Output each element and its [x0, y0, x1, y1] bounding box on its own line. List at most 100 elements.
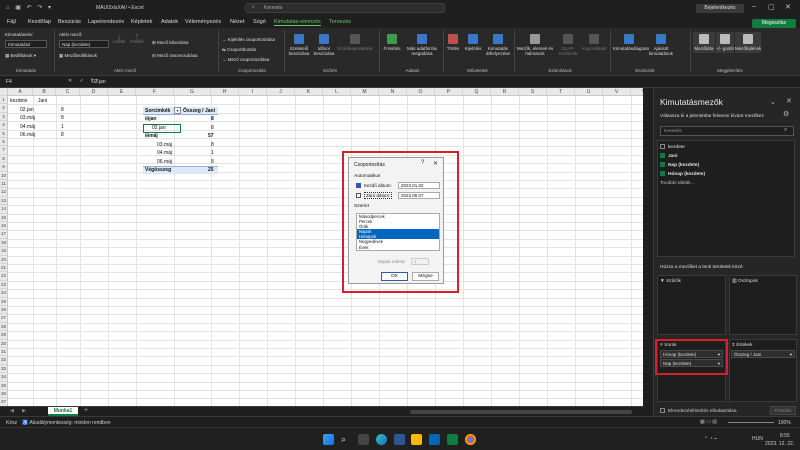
row-header-36[interactable]: 36	[0, 390, 8, 399]
field-checkbox[interactable]: Jani	[660, 153, 678, 159]
value-item-sum-jani[interactable]: Összeg / Jani ▾	[731, 350, 795, 358]
edge-icon[interactable]	[376, 434, 387, 445]
columns-area[interactable]	[729, 275, 797, 335]
column-header-v[interactable]: V	[603, 88, 631, 96]
pivot-value-04maj[interactable]: 1	[211, 150, 214, 156]
column-header-l[interactable]: L	[323, 88, 351, 96]
pane-close-icon[interactable]: ✕	[786, 97, 792, 105]
column-header-d[interactable]: D	[80, 88, 108, 96]
row-header-33[interactable]: 33	[0, 364, 8, 374]
row-header-21[interactable]: 21	[0, 264, 8, 273]
clock-time[interactable]: 8:55	[780, 433, 790, 439]
row-header-16[interactable]: 16	[0, 222, 8, 231]
task-view-icon[interactable]	[358, 434, 369, 445]
row-header-19[interactable]: 19	[0, 247, 8, 256]
cancel-button[interactable]: Mégse	[412, 272, 439, 281]
group-field-button[interactable]: → Mező csoportosítása	[222, 57, 269, 62]
row-header-28[interactable]: 28	[0, 322, 8, 332]
accessibility-status[interactable]: ♿ Akadálymentesség: minden rendben	[22, 420, 111, 426]
active-field-input[interactable]: Nap (kezdete)	[59, 40, 109, 48]
field-headers-toggle[interactable]: Mezőfejlécek	[735, 32, 761, 53]
close-icon[interactable]: ✕	[785, 3, 791, 11]
cell-a2[interactable]: 02.jan	[20, 107, 34, 113]
cell-b2[interactable]: 8	[61, 107, 64, 113]
drill-down-button[interactable]: ↓ Lefelé	[112, 32, 126, 45]
row-header-29[interactable]: 29	[0, 331, 8, 340]
row-header-5[interactable]: 5	[0, 129, 8, 138]
column-header-g[interactable]: G	[174, 88, 211, 96]
pivot-value-02jan[interactable]: 8	[211, 125, 214, 131]
cell-b3[interactable]: 8	[61, 115, 64, 121]
cell-b4[interactable]: 1	[61, 124, 64, 130]
excel-icon[interactable]	[447, 434, 458, 445]
column-header-w[interactable]: W	[631, 88, 643, 96]
column-header-j[interactable]: J	[267, 88, 295, 96]
group-selection-button[interactable]: → Kijelölés csoportosítása	[222, 37, 275, 42]
start-icon[interactable]	[323, 434, 334, 445]
column-header-i[interactable]: I	[239, 88, 267, 96]
pivot-chart-button[interactable]: Kimutatásdiagram	[613, 34, 649, 51]
tab-view[interactable]: Nézet	[230, 19, 244, 25]
row-header-34[interactable]: 34	[0, 373, 8, 382]
cell-a4[interactable]: 04.máj	[20, 124, 35, 130]
pivot-row-02jan[interactable]: 02.jan	[152, 125, 166, 131]
pivot-row-jan[interactable]: ⊟jan	[145, 116, 156, 122]
pane-collapse-icon[interactable]: ⌄	[770, 98, 776, 106]
filters-area[interactable]	[657, 275, 726, 335]
tab-help[interactable]: Súgó	[253, 19, 266, 25]
row-header-1[interactable]: 1	[0, 96, 8, 105]
outlook-icon[interactable]	[429, 434, 440, 445]
pivot-row-labels-header[interactable]: Sorcímkék	[145, 108, 170, 114]
drill-up-button[interactable]: ↑ Felfelé	[128, 32, 146, 45]
row-header-24[interactable]: 24	[0, 289, 8, 298]
tab-formulas[interactable]: Képletek	[131, 19, 152, 25]
column-header-b[interactable]: B	[33, 88, 56, 96]
column-header-t[interactable]: T	[547, 88, 575, 96]
tray-icons[interactable]: ⌃ ◔ ⌁	[704, 436, 717, 442]
column-header-h[interactable]: H	[211, 88, 239, 96]
pivot-grand-total-label[interactable]: Végösszeg	[145, 167, 171, 173]
row-header-2[interactable]: 2	[0, 104, 8, 113]
column-header-k[interactable]: K	[295, 88, 323, 96]
column-header-r[interactable]: R	[491, 88, 519, 96]
horizontal-scrollbar[interactable]	[410, 410, 632, 414]
word-icon[interactable]	[394, 434, 405, 445]
dialog-close-icon[interactable]: ✕	[433, 160, 438, 167]
insert-timeline-button[interactable]: Idősor beszúrása	[313, 34, 335, 56]
row-header-6[interactable]: 6	[0, 138, 8, 147]
fields-items-sets-button[interactable]: Mezők, elemek és halmazok	[516, 34, 554, 56]
pivot-value-06maj[interactable]: 8	[211, 159, 214, 165]
row-header-7[interactable]: 7	[0, 146, 8, 155]
end-date-input[interactable]: 2023.05.07	[398, 192, 440, 199]
field-checkbox[interactable]: Hónap (kezdete)	[660, 171, 705, 177]
column-header-m[interactable]: M	[351, 88, 379, 96]
clear-button[interactable]: Törlés	[445, 34, 461, 51]
tab-pivot-analyze[interactable]: Kimutatás-elemzés	[274, 19, 321, 26]
insert-slicer-button[interactable]: Szeletelő beszúrása	[287, 34, 311, 56]
row-header-25[interactable]: 25	[0, 297, 8, 306]
cell-b1[interactable]: Jani	[38, 98, 47, 104]
ok-button[interactable]: OK	[381, 272, 408, 281]
tab-file[interactable]: Fájl	[7, 19, 16, 25]
row-header-35[interactable]: 35	[0, 381, 8, 390]
pivot-value-maj[interactable]: 57	[208, 133, 214, 139]
move-pivot-button[interactable]: Kimutatás áthelyezése	[485, 34, 511, 56]
tab-review[interactable]: Véleményezés	[185, 19, 221, 25]
relationships-button[interactable]: Kapcsolatok	[582, 34, 607, 51]
row-header-32[interactable]: 32	[0, 356, 8, 365]
ungroup-button[interactable]: ⇆ Csoportbontás	[222, 47, 256, 53]
row-header-15[interactable]: 15	[0, 213, 8, 222]
row-header-20[interactable]: 20	[0, 255, 8, 264]
defer-update-checkbox[interactable]: Elrendezésfrissítés elhalasztása	[660, 408, 737, 414]
row-header-14[interactable]: 14	[0, 205, 8, 214]
chrome-icon[interactable]	[465, 434, 476, 445]
row-header-23[interactable]: 23	[0, 280, 8, 290]
file-explorer-icon[interactable]	[411, 434, 422, 445]
select-all-corner[interactable]	[0, 88, 8, 96]
column-header-q[interactable]: Q	[463, 88, 491, 96]
row-header-12[interactable]: 12	[0, 188, 8, 197]
view-buttons[interactable]: ▦ ▭ ▤	[700, 419, 717, 425]
share-button[interactable]: Megosztás	[752, 19, 796, 28]
column-header-o[interactable]: O	[407, 88, 435, 96]
column-header-c[interactable]: C	[56, 88, 80, 96]
